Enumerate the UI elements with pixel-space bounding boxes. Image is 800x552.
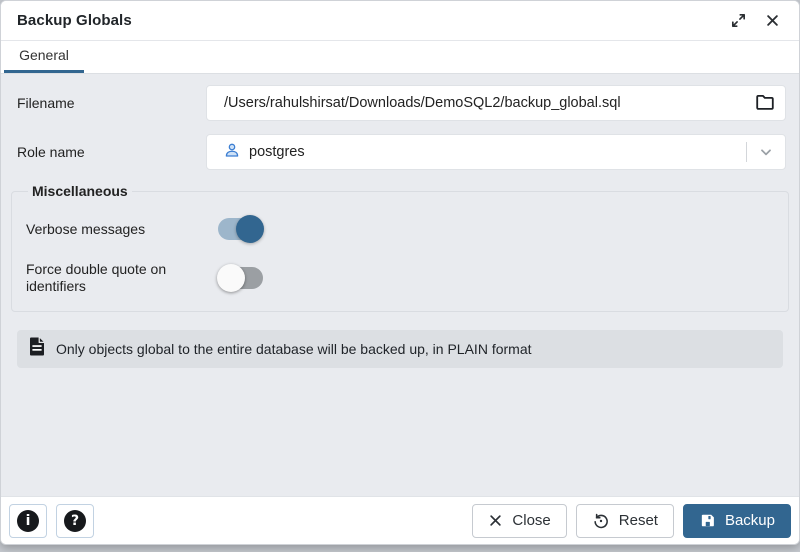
chevron-down-icon (747, 144, 785, 160)
close-action-button[interactable]: Close (472, 504, 566, 538)
info-note-text: Only objects global to the entire databa… (56, 341, 532, 357)
role-value-text: postgres (249, 144, 305, 160)
role-select-controls (746, 135, 785, 169)
filename-input[interactable] (207, 86, 745, 120)
reset-button-label: Reset (619, 512, 658, 529)
force-double-quote-row: Force double quote on identifiers (26, 243, 788, 295)
info-note: Only objects global to the entire databa… (17, 330, 783, 368)
role-label: Role name (17, 144, 206, 160)
filename-label: Filename (17, 95, 206, 111)
filename-control (206, 85, 786, 121)
tab-general[interactable]: General (4, 41, 84, 73)
browse-file-button[interactable] (745, 86, 785, 120)
footer-actions: Close Reset (472, 504, 791, 538)
help-icon: ? (64, 510, 86, 532)
role-selected-option: postgres (223, 141, 305, 163)
verbose-messages-label: Verbose messages (26, 221, 217, 238)
role-row: Role name postgres (17, 134, 786, 170)
toggle-thumb (236, 215, 264, 243)
user-icon (223, 141, 241, 163)
expand-button[interactable] (725, 8, 751, 34)
info-button[interactable]: i (9, 504, 47, 538)
dialog-body: Filename Role name (1, 74, 799, 496)
document-icon (29, 337, 45, 361)
info-icon: i (17, 510, 39, 532)
close-button-label: Close (512, 512, 550, 529)
role-select[interactable]: postgres (206, 134, 786, 170)
verbose-messages-toggle[interactable] (217, 215, 264, 243)
folder-icon (754, 91, 776, 116)
filename-row: Filename (17, 85, 786, 121)
expand-icon (730, 12, 747, 29)
reset-button[interactable]: Reset (576, 504, 674, 538)
verbose-messages-row: Verbose messages (26, 201, 788, 243)
miscellaneous-section: Miscellaneous Verbose messages Force dou… (11, 183, 789, 312)
backup-globals-dialog: Backup Globals General Filename (0, 0, 800, 545)
backup-button[interactable]: Backup (683, 504, 791, 538)
dialog-title: Backup Globals (17, 12, 717, 29)
close-x-icon (488, 513, 503, 528)
miscellaneous-legend: Miscellaneous (28, 183, 132, 199)
toggle-thumb (217, 264, 245, 292)
help-button[interactable]: ? (56, 504, 94, 538)
backup-button-label: Backup (725, 512, 775, 529)
reset-restore-icon (592, 512, 610, 530)
dialog-footer: i ? Close (1, 496, 799, 544)
close-button[interactable] (759, 8, 785, 34)
force-double-quote-toggle[interactable] (217, 264, 264, 292)
save-floppy-icon (699, 512, 716, 529)
force-double-quote-label: Force double quote on identifiers (26, 261, 217, 295)
dialog-header: Backup Globals (1, 1, 799, 41)
close-icon (765, 13, 780, 28)
tab-bar: General (1, 41, 799, 74)
